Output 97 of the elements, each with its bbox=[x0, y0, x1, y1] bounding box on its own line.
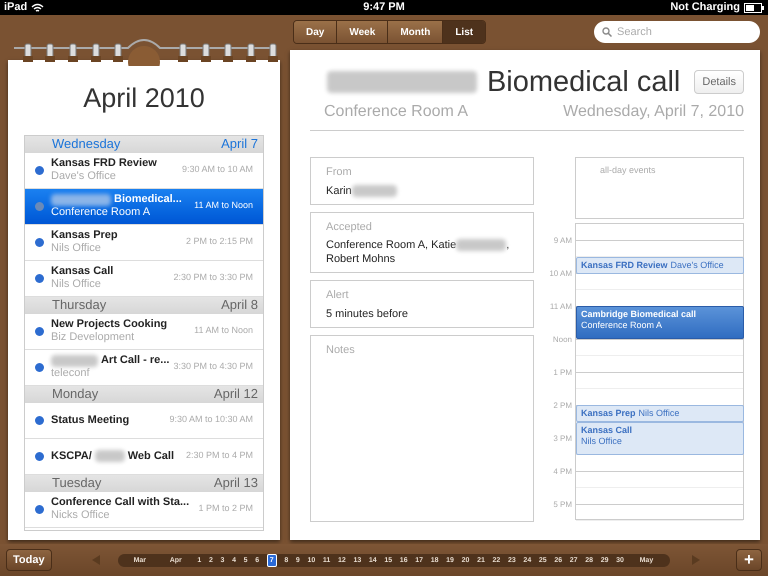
timeline-event[interactable]: Kansas Call Nils Office bbox=[576, 422, 744, 455]
event-title: Kansas Call bbox=[51, 265, 114, 278]
timeline-event-title: Kansas Call bbox=[581, 425, 634, 436]
hour-label: 3 PM bbox=[553, 433, 572, 445]
event-row[interactable]: Status Meeting 9:30 AM to 10:30 AM bbox=[25, 402, 263, 438]
event-time: 2:30 PM to 4 PM bbox=[186, 449, 253, 462]
hour-label: 5 PM bbox=[553, 499, 572, 511]
timeline-event-location: Conference Room A bbox=[581, 320, 664, 331]
next-arrow-icon[interactable] bbox=[692, 555, 700, 565]
previous-arrow-icon[interactable] bbox=[92, 555, 100, 565]
weekday: Monday bbox=[52, 385, 98, 404]
add-event-button[interactable]: + bbox=[736, 549, 762, 571]
event-row[interactable]: KSCPA/ Web Call 2:30 PM to 4 PM bbox=[25, 438, 263, 474]
event-title: Art Call - re... bbox=[100, 354, 170, 367]
day-date: April 12 bbox=[214, 385, 258, 404]
timeline-event[interactable]: Kansas Prep Nils Office bbox=[576, 405, 744, 422]
event-time: 2:30 PM to 3:30 PM bbox=[173, 271, 253, 284]
event-location: Nicks Office bbox=[51, 509, 110, 522]
weekday: Tuesday bbox=[52, 474, 102, 492]
field-label: Notes bbox=[326, 342, 356, 358]
month-title: April 2010 bbox=[83, 82, 205, 115]
day-date: April 13 bbox=[214, 474, 258, 492]
hour-label: 11 AM bbox=[550, 301, 572, 313]
field-label: From bbox=[326, 165, 353, 180]
event-title: KSCPA/ bbox=[51, 450, 92, 462]
event-row[interactable]: New Projects Cooking Biz Development 11 AM to Noon bbox=[25, 314, 263, 350]
event-title: Kansas FRD Review bbox=[51, 157, 157, 170]
event-date: Wednesday, April 7, 2010 bbox=[563, 102, 744, 122]
timeline-event-location: Nils Office bbox=[638, 408, 680, 419]
timeline-event-title: Cambridge Biomedical call bbox=[581, 309, 698, 320]
details-button[interactable]: Details bbox=[694, 70, 744, 94]
view-tab[interactable]: Week bbox=[336, 21, 388, 43]
search-field[interactable]: Search bbox=[594, 21, 760, 43]
weekday: Wednesday bbox=[52, 136, 120, 154]
wifi-icon bbox=[31, 2, 44, 12]
timeline-event[interactable]: Cambridge Biomedical call Conference Room A bbox=[576, 306, 744, 339]
field-value: Conference Room A, Katie bbox=[326, 238, 456, 252]
view-tab[interactable]: List bbox=[442, 21, 486, 43]
weekday: Thursday bbox=[52, 296, 106, 314]
hour-label: 10 AM bbox=[549, 268, 572, 280]
event-row[interactable]: Kansas Prep Nils Office 2 PM to 2:15 PM bbox=[25, 224, 263, 260]
blurred-text bbox=[94, 450, 125, 462]
event-title: New Projects Cooking bbox=[51, 318, 168, 331]
day-date: April 8 bbox=[221, 296, 258, 314]
timeline-event-title: Kansas Prep bbox=[581, 408, 636, 419]
field-value: 5 minutes before bbox=[326, 306, 408, 320]
event-title: Conference Call with Sta... bbox=[51, 496, 190, 509]
event-time: 9:30 AM to 10:30 AM bbox=[169, 413, 253, 426]
event-row[interactable]: Kansas FRD Review Dave's Office 9:30 AM to 10 AM bbox=[25, 152, 263, 188]
field-label: Alert bbox=[326, 288, 350, 303]
event-time: 11 AM to Noon bbox=[194, 199, 253, 212]
event-time: 1 PM to 2 PM bbox=[198, 502, 253, 516]
event-time: 11 AM to Noon bbox=[194, 324, 253, 338]
hour-label: Noon bbox=[552, 334, 572, 346]
event-time: 3:30 PM to 4:30 PM bbox=[173, 360, 253, 374]
event-title: Web Call bbox=[128, 450, 174, 462]
event-row[interactable]: Conference Call with Sta... Nicks Office 1 PM to 2 PM bbox=[25, 492, 263, 528]
event-heading: Biomedical call bbox=[486, 66, 680, 98]
field-label: Accepted bbox=[326, 220, 373, 234]
event-row[interactable]: Kansas Call Nils Office 2:30 PM to 3:30 PM bbox=[25, 260, 263, 296]
event-location: Conference Room A bbox=[51, 206, 152, 219]
event-row[interactable]: Art Call - re... teleconf 3:30 PM to 4:30 PM bbox=[25, 350, 263, 386]
event-title: Status Meeting bbox=[51, 414, 130, 426]
hour-label: 1 PM bbox=[553, 367, 572, 379]
event-location: Conference Room A bbox=[324, 102, 468, 122]
view-tab[interactable]: Month bbox=[387, 21, 442, 43]
blurred-text bbox=[456, 239, 506, 251]
event-location: Biz Development bbox=[51, 331, 136, 344]
search-icon bbox=[602, 27, 612, 37]
all-day-label: all-day events bbox=[600, 164, 656, 177]
hour-label: 2 PM bbox=[553, 400, 572, 412]
field-value: Karin bbox=[326, 184, 352, 198]
field-value: Robert Mohns bbox=[326, 252, 396, 266]
clock: 9:47 PM bbox=[363, 0, 405, 16]
battery-icon bbox=[744, 2, 764, 12]
event-location: Nils Office bbox=[51, 278, 102, 291]
battery-status: Not Charging bbox=[670, 0, 740, 16]
hour-label: 4 PM bbox=[553, 466, 572, 478]
timeline-event[interactable]: Kansas FRD Review Dave's Office bbox=[576, 257, 744, 274]
search-input[interactable]: Search bbox=[617, 24, 752, 40]
device-name: iPad bbox=[4, 0, 28, 16]
timeline-event-location: Dave's Office bbox=[670, 260, 724, 271]
view-tab[interactable]: Day bbox=[294, 21, 336, 43]
hour-label: 9 AM bbox=[554, 235, 572, 247]
event-time: 9:30 AM to 10 AM bbox=[182, 163, 253, 176]
event-time: 2 PM to 2:15 PM bbox=[186, 235, 253, 248]
event-location: Nils Office bbox=[51, 242, 102, 255]
event-row[interactable]: Biomedical... Conference Room A 11 AM to Noon bbox=[25, 188, 263, 224]
field-value: , bbox=[506, 238, 510, 252]
event-location: teleconf bbox=[51, 367, 91, 380]
day-date: April 7 bbox=[221, 136, 258, 154]
timeline-event-title: Kansas FRD Review bbox=[581, 260, 668, 271]
event-title: Biomedical... bbox=[114, 193, 182, 206]
event-location: Dave's Office bbox=[51, 170, 117, 183]
event-title: Kansas Prep bbox=[51, 229, 118, 242]
today-button[interactable]: Today bbox=[6, 549, 52, 571]
timeline-event-location: Nils Office bbox=[581, 436, 623, 447]
